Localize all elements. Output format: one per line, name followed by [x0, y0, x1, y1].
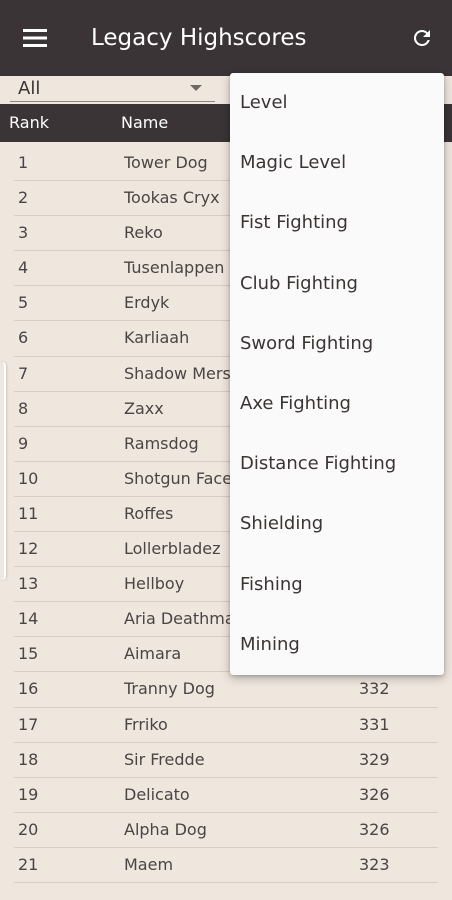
refresh-icon [413, 29, 430, 46]
rank-cell: 18 [18, 749, 39, 769]
name-cell: Sir Fredde [124, 749, 205, 769]
menu-item-mining[interactable]: Mining [230, 615, 444, 675]
column-header-name: Name [121, 113, 169, 132]
name-cell: Ramsdog [124, 433, 199, 453]
rank-cell: 10 [18, 468, 39, 488]
rank-cell: 21 [18, 854, 39, 874]
caret-down-icon [190, 85, 202, 91]
menu-item-shielding[interactable]: Shielding [230, 494, 444, 554]
name-cell: Hellboy [124, 574, 185, 594]
rank-cell: 12 [18, 539, 39, 559]
value-cell: 331 [359, 714, 390, 734]
name-cell: Roffes [124, 503, 174, 523]
name-cell: Erdyk [124, 293, 170, 313]
name-cell: Reko [124, 223, 163, 243]
menu-item-label: Club Fighting [240, 272, 358, 294]
menu-item-axe-fighting[interactable]: Axe Fighting [230, 374, 444, 434]
menu-item-label: Distance Fighting [240, 453, 397, 475]
menu-item-label: Shielding [240, 513, 324, 535]
value-cell: 326 [359, 819, 390, 839]
rank-cell: 7 [18, 363, 29, 383]
menu-item-label: Mining [240, 633, 300, 655]
rank-cell: 6 [18, 328, 29, 348]
table-row[interactable]: 18 Sir Fredde 329 [14, 743, 438, 778]
category-select-value: All [18, 78, 41, 99]
rank-cell: 9 [18, 433, 29, 453]
name-cell: Tranny Dog [124, 679, 215, 699]
table-row[interactable]: 20 Alpha Dog 326 [14, 813, 438, 848]
menu-item-label: Fist Fighting [240, 212, 348, 234]
menu-item-label: Sword Fighting [240, 332, 374, 354]
column-header-rank: Rank [9, 113, 49, 132]
value-cell: 329 [359, 749, 390, 769]
rank-cell: 1 [18, 153, 29, 172]
refresh-button[interactable] [406, 22, 438, 54]
menu-item-sword-fighting[interactable]: Sword Fighting [230, 314, 444, 374]
rank-cell: 4 [18, 258, 29, 278]
rank-cell: 19 [18, 784, 39, 804]
app-bar: Legacy Highscores [0, 0, 452, 76]
rank-cell: 13 [18, 574, 39, 594]
name-cell: Maem [124, 854, 174, 874]
table-row[interactable]: 21 Maem 323 [14, 848, 438, 883]
value-cell: 323 [359, 854, 390, 874]
name-cell: Karliaah [124, 328, 190, 348]
menu-item-label: Level [240, 92, 288, 113]
rank-cell: 11 [18, 503, 39, 523]
table-row[interactable]: 16 Tranny Dog 332 [14, 672, 438, 708]
hamburger-menu-icon [23, 29, 47, 47]
menu-item-label: Axe Fighting [240, 392, 351, 414]
category-dropdown-menu: Level Magic Level Fist Fighting Club Fig… [230, 73, 444, 675]
name-cell: Shotgun Face [124, 468, 233, 488]
menu-button[interactable] [18, 22, 52, 54]
name-cell: Frriko [124, 714, 168, 734]
menu-item-fishing[interactable]: Fishing [230, 555, 444, 615]
name-cell: Alpha Dog [124, 819, 207, 839]
menu-item-club-fighting[interactable]: Club Fighting [230, 254, 444, 314]
table-row[interactable]: 17 Frriko 331 [14, 708, 438, 743]
menu-item-label: Magic Level [240, 152, 347, 174]
table-row[interactable]: 19 Delicato 326 [14, 778, 438, 813]
rank-cell: 5 [18, 293, 29, 313]
rank-cell: 2 [18, 188, 29, 208]
rank-cell: 15 [18, 644, 39, 664]
menu-item-label: Fishing [240, 573, 303, 595]
value-cell: 326 [359, 784, 390, 804]
value-cell: 332 [359, 679, 390, 699]
name-cell: Tookas Cryx [124, 188, 220, 208]
rank-cell: 14 [18, 609, 39, 629]
name-cell: Aimara [124, 644, 182, 664]
rank-cell: 17 [18, 714, 39, 734]
menu-item-level[interactable]: Level [230, 73, 444, 133]
name-cell: Tower Dog [124, 153, 208, 172]
menu-item-magic-level[interactable]: Magic Level [230, 133, 444, 193]
rank-cell: 16 [18, 679, 39, 699]
name-cell: Tusenlappen [124, 258, 225, 278]
rank-cell: 8 [18, 398, 29, 418]
rank-cell: 20 [18, 819, 39, 839]
page-title: Legacy Highscores [91, 25, 307, 51]
menu-item-distance-fighting[interactable]: Distance Fighting [230, 434, 444, 494]
category-select[interactable]: All [10, 76, 215, 102]
name-cell: Shadow Mers [124, 363, 231, 383]
menu-item-fist-fighting[interactable]: Fist Fighting [230, 193, 444, 253]
rank-cell: 3 [18, 223, 29, 243]
name-cell: Zaxx [124, 398, 164, 418]
name-cell: Aria Deathma [124, 609, 235, 629]
name-cell: Delicato [124, 784, 190, 804]
name-cell: Lollerbladez [124, 539, 221, 559]
